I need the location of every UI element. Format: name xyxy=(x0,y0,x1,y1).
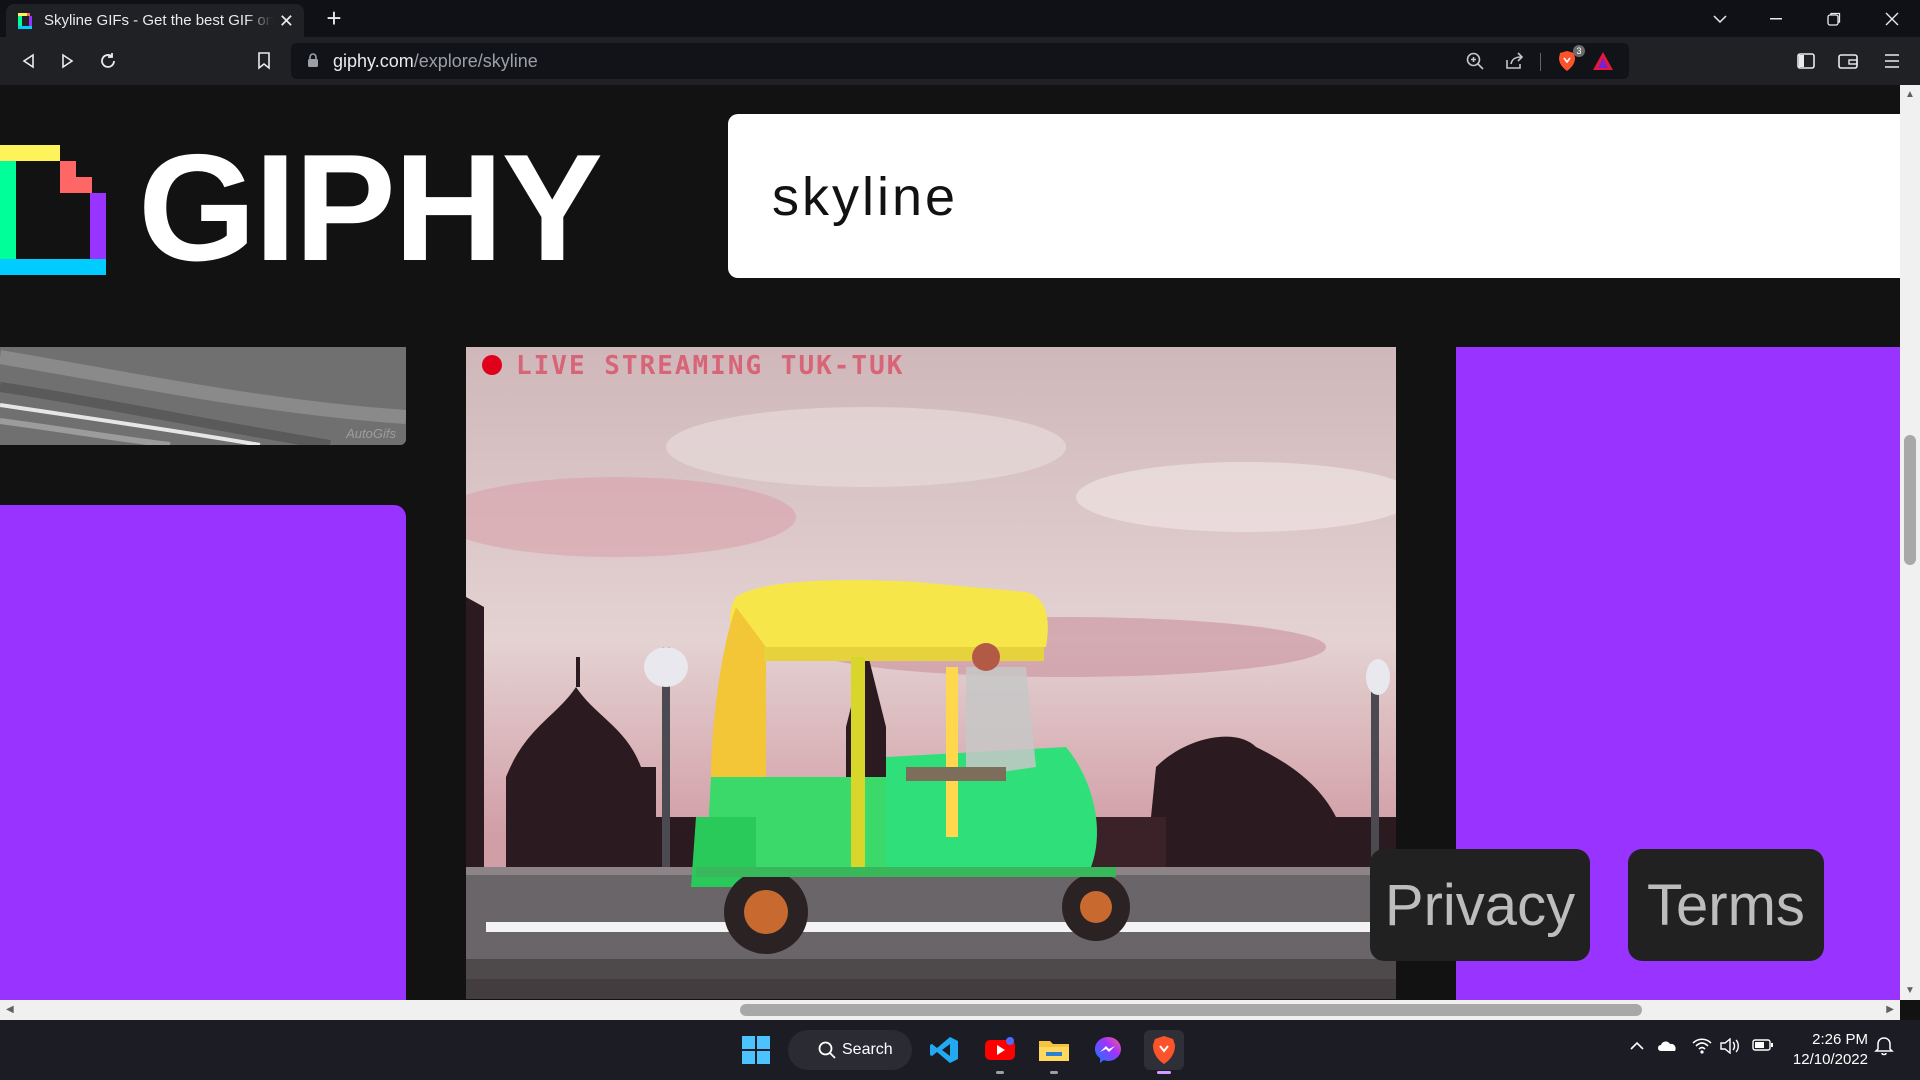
giphy-logo-icon[interactable] xyxy=(0,145,106,275)
terms-button[interactable]: Terms xyxy=(1628,849,1824,961)
page-viewport: GIPHY skyline AutoGifs LIVE STREAMING TU… xyxy=(0,85,1900,1000)
giphy-favicon-icon xyxy=(16,12,34,30)
new-tab-button[interactable]: + xyxy=(320,4,348,32)
url-text[interactable]: giphy.com/explore/skyline xyxy=(333,51,538,72)
taskbar-search-button[interactable]: Search xyxy=(788,1030,912,1070)
giphy-wordmark[interactable]: GIPHY xyxy=(138,132,603,284)
lock-icon xyxy=(307,53,319,73)
reload-button[interactable] xyxy=(92,45,124,77)
tab-title: Skyline GIFs - Get the best GIF on GIPHY xyxy=(44,12,273,29)
tab-close-icon[interactable]: ✕ xyxy=(279,12,294,30)
address-bar[interactable]: giphy.com/explore/skyline 3 xyxy=(291,43,1629,79)
thumb-watermark: AutoGifs xyxy=(346,426,396,441)
brave-rewards-icon[interactable] xyxy=(1591,49,1615,73)
running-indicator xyxy=(996,1071,1004,1074)
tab-search-chevron-icon[interactable] xyxy=(1692,0,1748,37)
vertical-scroll-thumb[interactable] xyxy=(1904,435,1916,565)
notification-icon[interactable] xyxy=(1874,1036,1894,1061)
brave-shields-icon[interactable]: 3 xyxy=(1555,45,1585,73)
search-query-text: skyline xyxy=(772,167,959,227)
gif-placeholder-left[interactable] xyxy=(0,505,406,1000)
wallet-button[interactable] xyxy=(1832,45,1864,77)
omnibox-divider xyxy=(1540,53,1541,71)
vscode-taskbar-icon[interactable] xyxy=(924,1030,964,1070)
url-path: /explore/skyline xyxy=(413,51,538,71)
wifi-icon[interactable] xyxy=(1692,1038,1712,1059)
url-domain: giphy.com xyxy=(333,51,414,71)
privacy-button[interactable]: Privacy xyxy=(1370,849,1590,961)
battery-icon[interactable] xyxy=(1752,1038,1774,1057)
horizontal-scrollbar[interactable]: ◀ ▶ xyxy=(0,1000,1900,1020)
restore-button[interactable] xyxy=(1806,0,1862,37)
minimize-button[interactable] xyxy=(1748,0,1804,37)
start-button[interactable] xyxy=(736,1030,776,1070)
volume-icon[interactable] xyxy=(1720,1037,1740,1059)
clock-date: 12/10/2022 xyxy=(1792,1051,1868,1068)
horizontal-scroll-thumb[interactable] xyxy=(740,1004,1642,1016)
scroll-right-arrow-icon[interactable]: ▶ xyxy=(1886,1004,1894,1015)
bookmark-button[interactable] xyxy=(248,45,280,77)
tab-active[interactable]: Skyline GIFs - Get the best GIF on GIPHY… xyxy=(6,4,304,37)
browser-toolbar: giphy.com/explore/skyline 3 xyxy=(0,37,1920,85)
scroll-down-arrow-icon[interactable]: ▼ xyxy=(1905,985,1915,996)
gif-search-input[interactable]: skyline xyxy=(728,114,1900,278)
share-icon[interactable] xyxy=(1503,49,1527,73)
sidebar-toggle-button[interactable] xyxy=(1790,45,1822,77)
file-explorer-taskbar-icon[interactable] xyxy=(1034,1030,1074,1074)
reload-icon xyxy=(101,53,115,68)
back-button[interactable] xyxy=(12,45,44,77)
sidebar-icon xyxy=(1797,53,1815,69)
vertical-scrollbar[interactable]: ▲ ▼ xyxy=(1900,85,1920,1000)
scroll-up-arrow-icon[interactable]: ▲ xyxy=(1905,89,1915,100)
tab-strip: Skyline GIFs - Get the best GIF on GIPHY… xyxy=(0,0,1920,37)
windows-taskbar: Search 2:26 PM 12/10/2022 xyxy=(0,1020,1920,1080)
menu-button[interactable] xyxy=(1876,45,1908,77)
system-clock[interactable]: 2:26 PM 12/10/2022 xyxy=(1776,1030,1868,1070)
running-indicator xyxy=(1050,1071,1058,1074)
forward-icon xyxy=(62,53,74,69)
clock-time: 2:26 PM xyxy=(1812,1031,1868,1048)
taskbar-search-label: Search xyxy=(842,1041,893,1058)
messenger-taskbar-icon[interactable] xyxy=(1088,1030,1128,1070)
search-icon xyxy=(818,1041,836,1059)
windows-start-icon xyxy=(742,1036,770,1064)
gif-tuk-tuk[interactable]: LIVE STREAMING TUK-TUK xyxy=(466,347,1396,999)
scroll-left-arrow-icon[interactable]: ◀ xyxy=(6,1004,14,1015)
wallet-icon xyxy=(1838,54,1858,69)
brave-taskbar-icon[interactable] xyxy=(1144,1030,1184,1074)
close-window-button[interactable] xyxy=(1864,0,1920,37)
show-hidden-icons-chevron-icon[interactable] xyxy=(1630,1038,1644,1056)
gif-thumbnail-road[interactable]: AutoGifs xyxy=(0,347,406,445)
active-indicator xyxy=(1157,1071,1171,1074)
gif-caption: LIVE STREAMING TUK-TUK xyxy=(516,351,905,381)
bookmark-icon xyxy=(258,52,270,70)
live-indicator-icon xyxy=(482,355,502,375)
forward-button[interactable] xyxy=(52,45,84,77)
back-icon xyxy=(22,53,34,69)
youtube-taskbar-icon[interactable] xyxy=(980,1030,1020,1074)
onedrive-icon[interactable] xyxy=(1656,1038,1678,1057)
zoom-icon[interactable] xyxy=(1463,49,1487,73)
hamburger-menu-icon xyxy=(1885,54,1899,68)
tuk-tuk-scene-image xyxy=(466,347,1396,999)
brave-shields-count: 3 xyxy=(1573,45,1585,57)
